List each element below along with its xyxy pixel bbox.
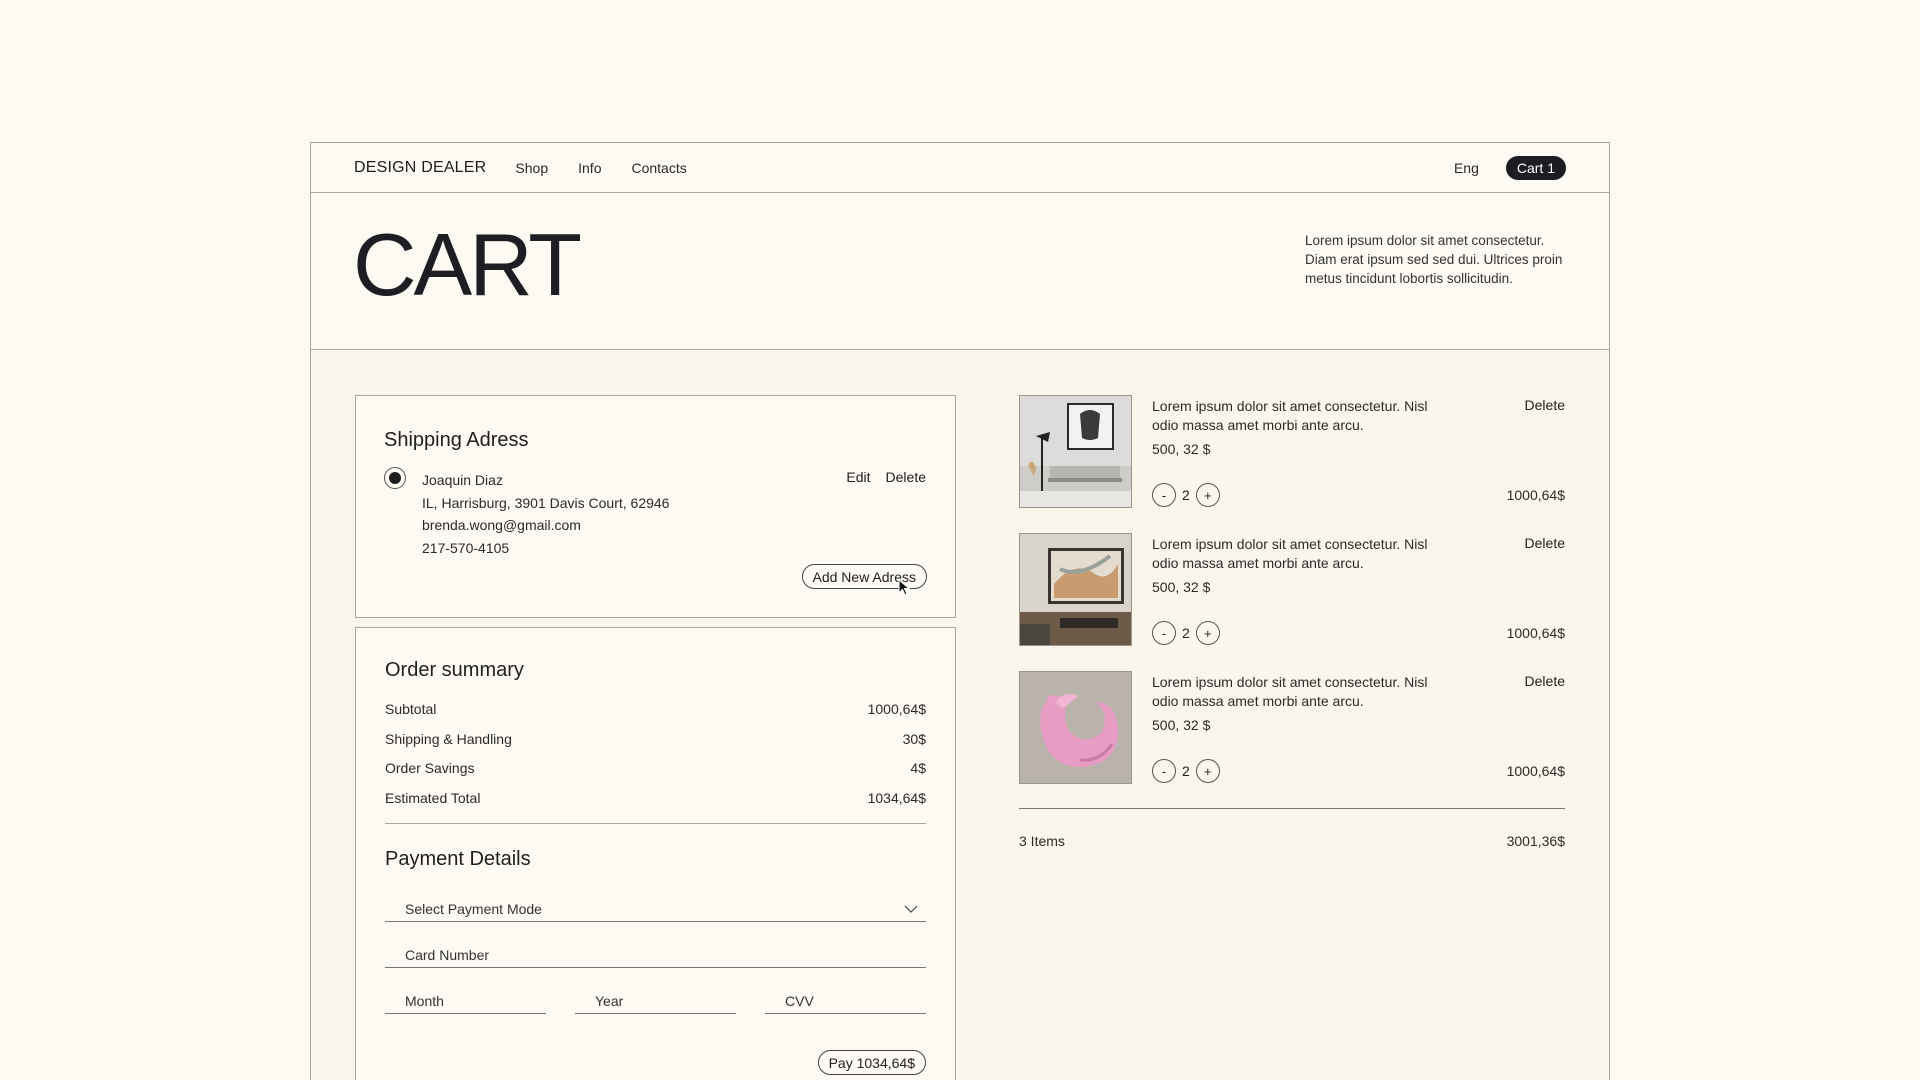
cart-content: Shipping Adress Joaquin Diaz IL, Harrisb… (311, 351, 1609, 1080)
summary-value: 30$ (902, 730, 926, 747)
interior-photo-icon (1020, 396, 1131, 507)
mouse-cursor-icon (898, 579, 910, 596)
quantity-stepper: - 2 + (1152, 483, 1220, 507)
items-count: 3 Items (1019, 833, 1065, 849)
painting-photo-icon (1020, 534, 1131, 645)
item-description: Lorem ipsum dolor sit amet consectetur. … (1152, 674, 1428, 709)
cart-items-divider (1019, 808, 1565, 809)
radio-selected-dot (389, 472, 401, 484)
card-number-placeholder: Card Number (405, 947, 490, 963)
decrease-quantity-button[interactable]: - (1152, 483, 1176, 507)
cart-item: Lorem ipsum dolor sit amet consectetur. … (1019, 533, 1565, 671)
language-selector[interactable]: Eng (1454, 160, 1479, 176)
address-actions: Edit Delete (846, 469, 926, 485)
cart-item: Lorem ipsum dolor sit amet consectetur. … (1019, 395, 1565, 533)
address-email: brenda.wong@gmail.com (422, 517, 581, 533)
cart-total: 3001,36$ (1506, 833, 1565, 849)
chevron-down-icon (904, 905, 918, 913)
summary-divider (385, 823, 926, 824)
quantity-value: 2 (1182, 763, 1190, 779)
month-placeholder: Month (405, 993, 444, 1009)
item-description: Lorem ipsum dolor sit amet consectetur. … (1152, 536, 1428, 571)
item-unit-price: 500, 32 $ (1152, 579, 1211, 595)
item-unit-price: 500, 32 $ (1152, 717, 1211, 733)
sculpture-photo-icon (1020, 672, 1131, 783)
cart-items-list: Lorem ipsum dolor sit amet consectetur. … (1019, 395, 1565, 809)
delete-item-button[interactable]: Delete (1525, 397, 1565, 413)
address-line: IL, Harrisburg, 3901 Davis Court, 62946 (422, 494, 670, 511)
card-number-field[interactable]: Card Number (385, 938, 926, 968)
edit-address-button[interactable]: Edit (846, 469, 870, 485)
delete-address-button[interactable]: Delete (886, 469, 926, 485)
cart-item: Lorem ipsum dolor sit amet consectetur. … (1019, 671, 1565, 809)
item-description: Lorem ipsum dolor sit amet consectetur. … (1152, 398, 1428, 433)
product-image-pink-sculpture[interactable] (1019, 671, 1132, 784)
nav-link-contacts[interactable]: Contacts (631, 160, 686, 176)
year-placeholder: Year (595, 993, 624, 1009)
hero-section: CART Lorem ipsum dolor sit amet consecte… (311, 193, 1609, 350)
delete-item-button[interactable]: Delete (1525, 673, 1565, 689)
cart-button[interactable]: Cart 1 (1505, 155, 1566, 180)
shipping-address-card: Shipping Adress Joaquin Diaz IL, Harrisb… (355, 395, 956, 618)
item-total-price: 1000,64$ (1506, 625, 1565, 641)
decrease-quantity-button[interactable]: - (1152, 759, 1176, 783)
page-frame: DESIGN DEALER Shop Info Contacts Eng Car… (310, 142, 1610, 1080)
brand-logo[interactable]: DESIGN DEALER (354, 159, 486, 177)
summary-label: Shipping & Handling (385, 730, 512, 747)
increase-quantity-button[interactable]: + (1195, 483, 1220, 507)
decrease-quantity-button[interactable]: - (1152, 621, 1176, 645)
nav-link-shop[interactable]: Shop (515, 160, 548, 176)
quantity-stepper: - 2 + (1152, 759, 1220, 783)
item-total-price: 1000,64$ (1506, 763, 1565, 779)
payment-mode-select[interactable]: Select Payment Mode (385, 892, 926, 922)
summary-row-total: Estimated Total 1034,64$ (385, 790, 926, 820)
order-summary-card: Order summary Subtotal 1000,64$ Shipping… (355, 627, 956, 1080)
address-radio[interactable] (384, 467, 406, 489)
quantity-value: 2 (1182, 487, 1190, 503)
top-nav: DESIGN DEALER Shop Info Contacts Eng Car… (311, 143, 1609, 193)
nav-link-info[interactable]: Info (578, 160, 601, 176)
hero-description: Lorem ipsum dolor sit amet consectetur. … (1305, 233, 1563, 286)
summary-label: Estimated Total (385, 789, 481, 806)
month-field[interactable]: Month (385, 984, 546, 1014)
cvv-placeholder: CVV (785, 993, 814, 1009)
summary-label: Subtotal (385, 701, 437, 717)
summary-value: 1034,64$ (867, 789, 926, 806)
product-image-abstract-painting[interactable] (1019, 533, 1132, 646)
summary-label: Order Savings (385, 760, 475, 776)
summary-row-shipping: Shipping & Handling 30$ (385, 731, 926, 761)
cart-footer: 3 Items 3001,36$ (1019, 833, 1565, 849)
summary-value: 1000,64$ (867, 701, 926, 717)
address-details: Joaquin Diaz IL, Harrisburg, 3901 Davis … (422, 469, 669, 559)
item-total-price: 1000,64$ (1506, 487, 1565, 503)
address-phone: 217-570-4105 (422, 539, 510, 556)
summary-row-savings: Order Savings 4$ (385, 760, 926, 790)
product-image-interior-lamp[interactable] (1019, 395, 1132, 508)
shipping-title: Shipping Adress (384, 429, 529, 451)
item-unit-price: 500, 32 $ (1152, 441, 1211, 457)
delete-item-button[interactable]: Delete (1525, 535, 1565, 551)
summary-rows: Subtotal 1000,64$ Shipping & Handling 30… (385, 701, 926, 819)
payment-details-title: Payment Details (385, 848, 531, 870)
quantity-stepper: - 2 + (1152, 621, 1220, 645)
pay-button[interactable]: Pay 1034,64$ (817, 1050, 926, 1075)
increase-quantity-button[interactable]: + (1195, 621, 1220, 645)
summary-value: 4$ (910, 760, 926, 776)
summary-row-subtotal: Subtotal 1000,64$ (385, 701, 926, 731)
quantity-value: 2 (1182, 625, 1190, 641)
payment-mode-placeholder: Select Payment Mode (405, 901, 542, 917)
increase-quantity-button[interactable]: + (1195, 759, 1220, 783)
page-title: CART (353, 215, 582, 314)
order-summary-title: Order summary (385, 659, 524, 681)
year-field[interactable]: Year (575, 984, 736, 1014)
cvv-field[interactable]: CVV (765, 984, 926, 1014)
address-name: Joaquin Diaz (422, 472, 503, 488)
